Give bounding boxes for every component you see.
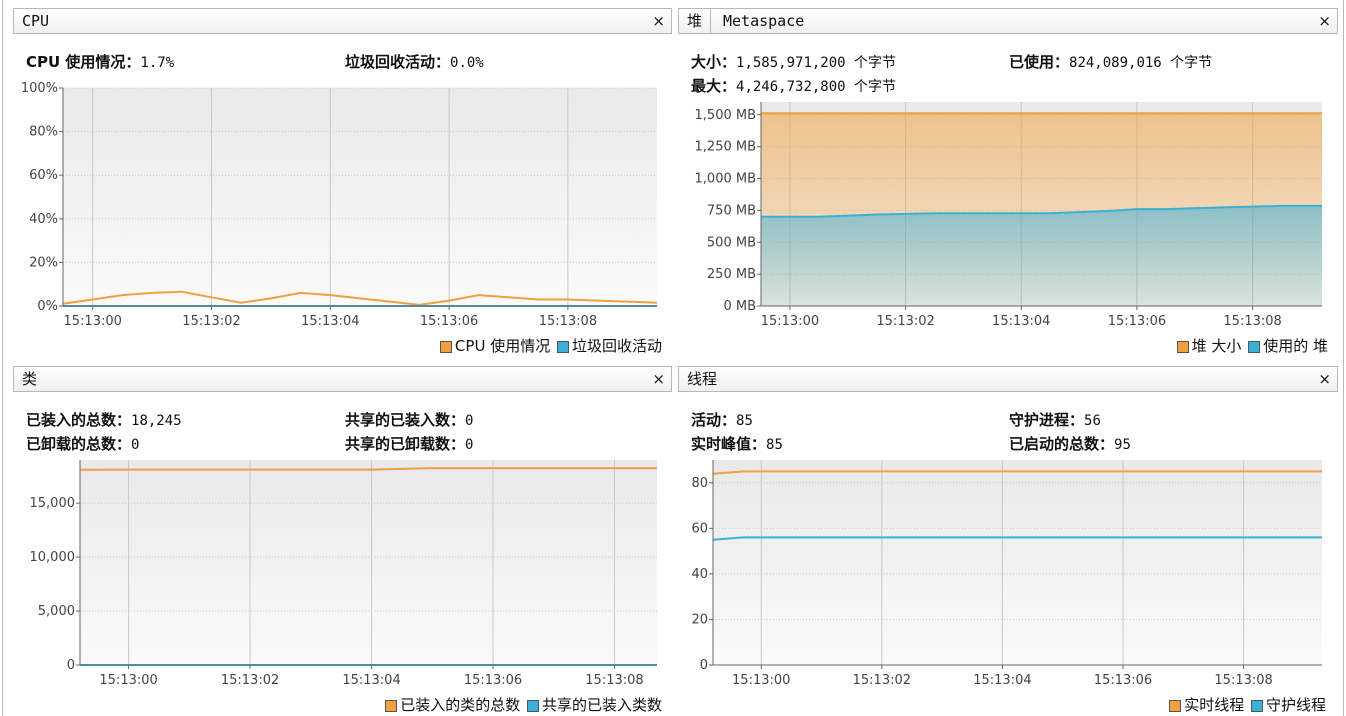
legend-cpu-usage: CPU 使用情况 <box>454 337 551 355</box>
series-area <box>761 205 1322 306</box>
y-tick-label: 0 MB <box>723 299 756 314</box>
y-tick-label: 60% <box>29 168 58 183</box>
x-tick-label: 15:13:02 <box>853 673 911 688</box>
x-tick-label: 15:13:06 <box>1094 673 1152 688</box>
legend-heap-size: 堆 大小 <box>1191 337 1242 355</box>
window-border-left <box>2 0 3 716</box>
x-tick-label: 15:13:04 <box>301 314 359 329</box>
x-tick-label: 15:13:00 <box>761 314 819 329</box>
y-tick-label: 750 MB <box>707 203 756 218</box>
legend-heap-used: 使用的 堆 <box>1263 337 1328 355</box>
y-tick-label: 100% <box>21 81 58 96</box>
window-border-right <box>1343 0 1344 716</box>
y-tick-label: 0% <box>37 299 58 314</box>
x-tick-label: 15:13:02 <box>876 314 934 329</box>
legend-swatch-blue <box>556 340 569 353</box>
x-tick-label: 15:13:08 <box>585 673 643 688</box>
cpu-legend: CPU 使用情况 垃圾回收活动 <box>438 335 662 356</box>
cpu-panel: CPU × CPU 使用情况：1.7% 垃圾回收活动：0.0% 0% 20% 40%… <box>13 8 672 360</box>
y-tick-label: 250 MB <box>707 267 756 282</box>
threads-chart: 0 20 40 60 80 15:13:00 15:13:02 15:13:04 15:13:0… <box>691 460 1322 688</box>
y-tick-label: 0 <box>700 658 708 673</box>
legend-daemon-threads: 守护线程 <box>1265 696 1326 714</box>
legend-swatch-orange <box>1169 699 1182 712</box>
x-tick-label: 15:13:06 <box>420 314 478 329</box>
y-tick-label: 20% <box>29 255 58 270</box>
legend-swatch-orange <box>385 699 398 712</box>
classes-chart: 0 5,000 10,000 15,000 15:13:00 15:13:02 15:13:… <box>30 460 657 688</box>
legend-gc-activity: 垃圾回收活动 <box>571 337 662 355</box>
classes-panel: 类 × 已装入的总数：18,245 共享的已装入数：0 已卸载的总数：0 共享的… <box>13 366 672 716</box>
legend-live-threads: 实时线程 <box>1184 696 1245 714</box>
y-tick-label: 40 <box>691 567 708 582</box>
y-tick-label: 10,000 <box>30 550 76 565</box>
legend-swatch-orange <box>1176 340 1189 353</box>
x-tick-label: 15:13:00 <box>64 314 122 329</box>
y-tick-label: 80 <box>691 476 708 491</box>
legend-shared-loaded-classes: 共享的已装入类数 <box>541 696 662 714</box>
legend-loaded-classes: 已装入的类的总数 <box>400 696 521 714</box>
legend-swatch-blue <box>1250 699 1263 712</box>
x-tick-label: 15:13:06 <box>464 673 522 688</box>
plot-background <box>713 460 1322 665</box>
heap-legend: 堆 大小 使用的 堆 <box>1175 335 1328 356</box>
x-tick-label: 15:13:00 <box>732 673 790 688</box>
legend-swatch-blue <box>1248 340 1261 353</box>
y-tick-label: 80% <box>29 125 58 140</box>
x-tick-label: 15:13:04 <box>973 673 1031 688</box>
heap-chart: 0 MB 250 MB 500 MB 750 MB 1,000 MB 1,250 MB 1,… <box>695 102 1322 329</box>
x-tick-label: 15:13:08 <box>539 314 597 329</box>
heap-panel: 堆 Metaspace × 大小：1,585,971,200 个字节 已使用：8… <box>678 8 1338 360</box>
cpu-chart: 0% 20% 40% 60% 80% 100% 15:13:00 15:13:02 15:13:… <box>21 81 658 329</box>
y-tick-label: 500 MB <box>707 235 756 250</box>
x-tick-label: 15:13:04 <box>342 673 400 688</box>
y-tick-label: 0 <box>67 658 75 673</box>
y-tick-label: 1,250 MB <box>695 140 756 155</box>
threads-panel: 线程 × 活动：85 守护进程：56 实时峰值：85 已启动的总数：95 0 20… <box>678 366 1338 716</box>
y-tick-label: 40% <box>29 212 58 227</box>
x-tick-label: 15:13:02 <box>182 314 240 329</box>
y-tick-label: 1,500 MB <box>695 108 756 123</box>
x-tick-label: 15:13:06 <box>1108 314 1166 329</box>
x-tick-label: 15:13:04 <box>992 314 1050 329</box>
plot-background <box>80 460 657 665</box>
threads-legend: 实时线程 守护线程 <box>1167 694 1326 715</box>
classes-legend: 已装入的类的总数 共享的已装入类数 <box>383 694 662 715</box>
y-tick-label: 20 <box>691 612 708 627</box>
x-tick-label: 15:13:08 <box>1214 673 1272 688</box>
y-tick-label: 15,000 <box>30 496 76 511</box>
legend-swatch-orange <box>439 340 452 353</box>
y-tick-label: 1,000 MB <box>695 172 756 187</box>
x-tick-label: 15:13:02 <box>221 673 279 688</box>
y-tick-label: 60 <box>691 521 708 536</box>
legend-swatch-blue <box>526 699 539 712</box>
x-tick-label: 15:13:00 <box>99 673 157 688</box>
x-tick-label: 15:13:08 <box>1223 314 1281 329</box>
y-tick-label: 5,000 <box>38 604 75 619</box>
